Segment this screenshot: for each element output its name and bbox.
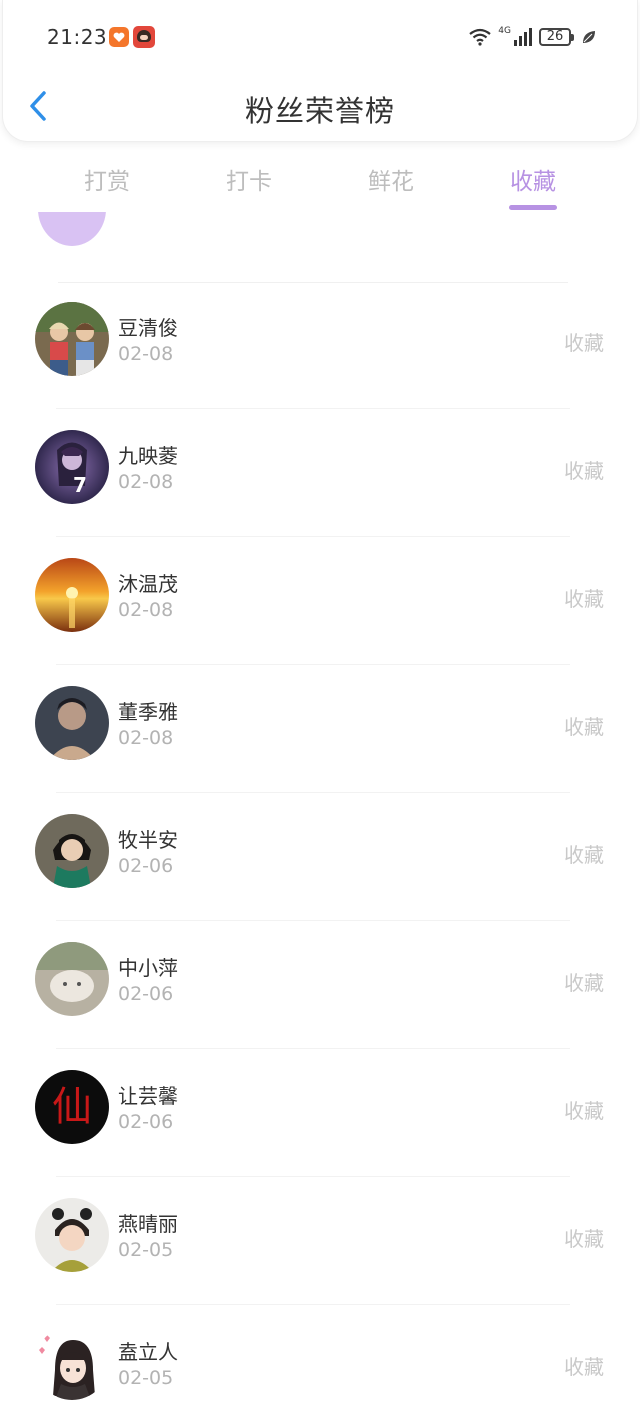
fan-list[interactable]: 豆清俊 02-08 收藏 7 九映菱 02-08 收藏 沐温茂 02-08 收藏… [0,212,640,1415]
list-item[interactable]: 燕晴丽 02-05 收藏 [0,1180,640,1308]
app-heart-icon [109,27,129,47]
item-date: 02-05 [118,1367,174,1389]
network-type: 4G [498,26,511,36]
divider [56,920,570,921]
item-date: 02-08 [118,727,174,749]
divider [56,1176,570,1177]
item-date: 02-05 [118,1239,174,1261]
avatar-number: 7 [73,473,87,497]
avatar [38,212,106,246]
avatar[interactable]: 仙 [35,1070,109,1144]
list-item[interactable]: 中小萍 02-06 收藏 [0,924,640,1052]
tab-reward[interactable]: 打赏 [36,148,178,212]
avatar[interactable] [35,302,109,376]
divider [56,664,570,665]
tab-bar: 打赏 打卡 鲜花 收藏 [0,148,640,212]
user-name: 盍立人 [118,1340,178,1364]
favorite-action[interactable]: 收藏 [564,455,604,484]
list-item[interactable]: 沐温茂 02-08 收藏 [0,540,640,668]
divider [58,282,568,283]
user-name: 燕晴丽 [118,1212,178,1236]
avatar[interactable] [35,942,109,1016]
signal-icon [514,28,532,46]
favorite-action[interactable]: 收藏 [564,1223,604,1252]
tab-favorites[interactable]: 收藏 [462,148,604,212]
favorite-action[interactable]: 收藏 [564,711,604,740]
avatar[interactable] [35,1198,109,1272]
item-date: 02-08 [118,343,174,365]
favorite-action[interactable]: 收藏 [564,583,604,612]
list-item[interactable]: 盍立人 02-05 收藏 [0,1308,640,1415]
list-item[interactable]: 董季雅 02-08 收藏 [0,668,640,796]
favorite-action[interactable]: 收藏 [564,1351,604,1380]
leaf-icon [583,31,595,43]
item-date: 02-08 [118,599,174,621]
avatar[interactable] [35,1326,109,1400]
status-time: 21:23 [47,25,108,49]
favorite-action[interactable]: 收藏 [564,839,604,868]
system-icons: 4G 26 [468,24,597,50]
tab-flowers[interactable]: 鲜花 [320,148,462,212]
list-item[interactable]: 豆清俊 02-08 收藏 [0,284,640,412]
user-name: 牧半安 [118,828,178,852]
app-avatar-icon [133,26,155,48]
divider [56,408,570,409]
item-date: 02-08 [118,471,174,493]
list-item[interactable]: 7 九映菱 02-08 收藏 [0,412,640,540]
status-bar: 21:23 4G 26 [3,0,637,74]
item-date: 02-06 [118,983,174,1005]
favorite-action[interactable]: 收藏 [564,1095,604,1124]
avatar[interactable] [35,686,109,760]
item-date: 02-06 [118,855,174,877]
avatar[interactable] [35,814,109,888]
page-title: 粉丝荣誉榜 [244,94,395,128]
tab-checkin[interactable]: 打卡 [178,148,320,212]
list-item[interactable]: 仙 让芸馨 02-06 收藏 [0,1052,640,1180]
avatar[interactable]: 7 [35,430,109,504]
user-name: 豆清俊 [118,316,178,340]
user-name: 沐温茂 [118,572,178,596]
item-date: 02-06 [118,1111,174,1133]
wifi-icon [469,28,491,46]
divider [56,1304,570,1305]
list-item[interactable]: 牧半安 02-06 收藏 [0,796,640,924]
user-name: 让芸馨 [118,1084,178,1108]
avatar[interactable] [35,558,109,632]
battery-icon: 26 [539,28,574,46]
user-name: 董季雅 [118,700,178,724]
user-name: 中小萍 [118,956,178,980]
avatar-calligraphy: 仙 [52,1084,92,1130]
divider [56,536,570,537]
header-card: 21:23 4G 26 粉丝荣誉榜 [2,0,638,142]
list-item-partial [0,212,640,283]
user-name: 九映菱 [118,444,178,468]
favorite-action[interactable]: 收藏 [564,967,604,996]
divider [56,792,570,793]
divider [56,1048,570,1049]
favorite-action[interactable]: 收藏 [564,327,604,356]
